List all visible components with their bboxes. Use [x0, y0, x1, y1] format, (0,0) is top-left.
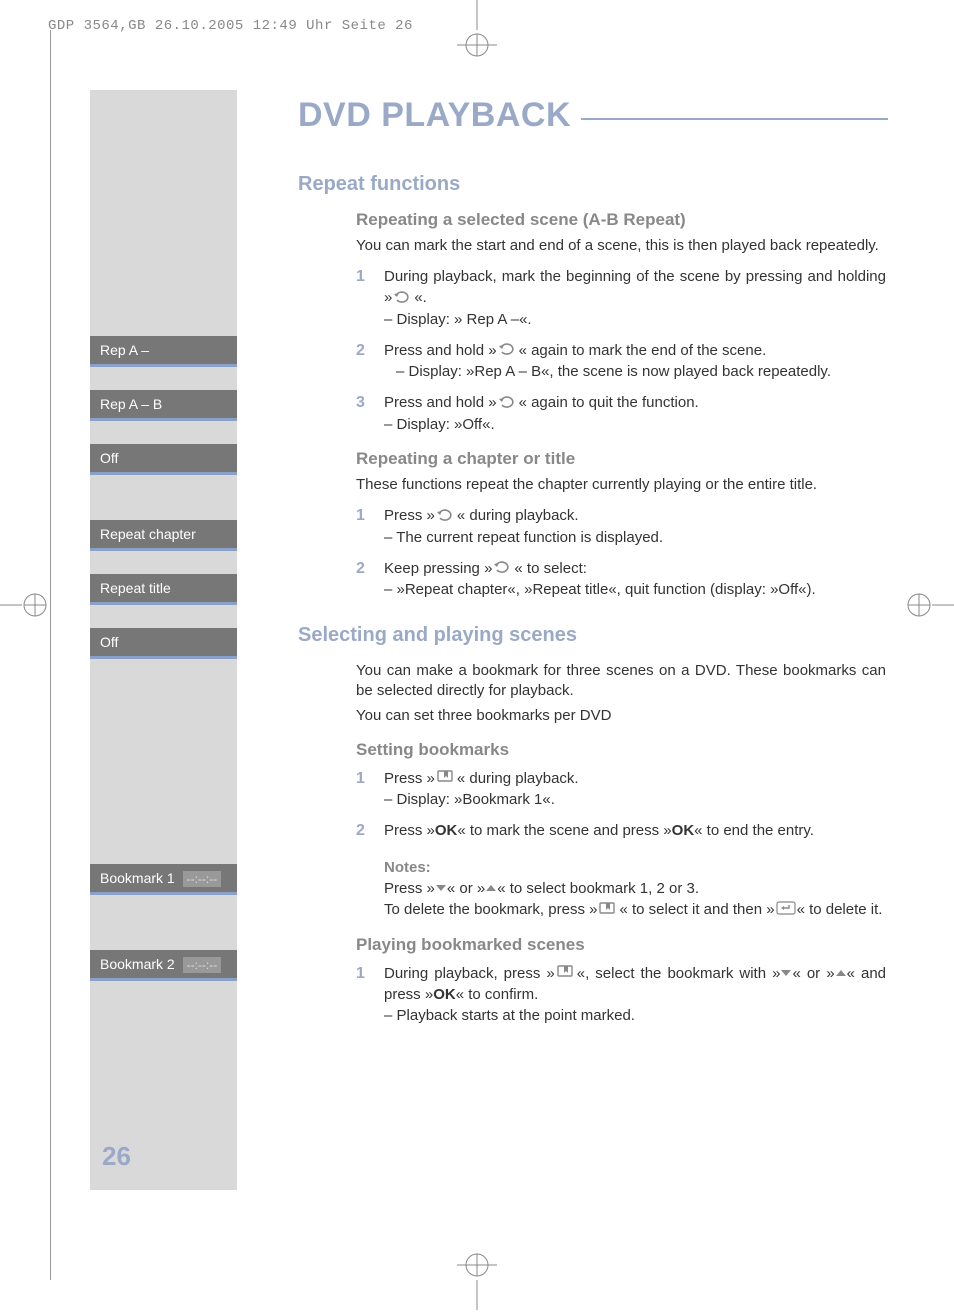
step-number: 1: [356, 266, 370, 330]
sidebar-display-rep-ab: Rep A – B: [90, 390, 237, 421]
step-number: 3: [356, 392, 370, 435]
sidebar-display-off-2: Off: [90, 628, 237, 659]
scenes-intro-2: You can set three bookmarks per DVD: [356, 706, 886, 726]
step-body: Press and hold »« again to mark the end …: [384, 340, 886, 383]
page-title: DVD PLAYBACK: [298, 96, 888, 135]
step-number: 2: [356, 340, 370, 383]
step-number: 2: [356, 820, 370, 842]
notes-line-2: To delete the bookmark, press »« to sele…: [384, 899, 886, 921]
step-body: Keep pressing »« to select: – »Repeat ch…: [384, 558, 886, 601]
repeat-icon: [497, 393, 519, 414]
scenes-intro-1: You can make a bookmark for three scenes…: [356, 661, 886, 702]
ok-label: OK: [433, 986, 456, 1003]
content: DVD PLAYBACK Repeat functions Repeating …: [298, 96, 888, 1040]
sidebar-display-repeat-chapter: Repeat chapter: [90, 520, 237, 551]
page-edge-line: [50, 30, 51, 1280]
sidebar-display-repeat-title: Repeat title: [90, 574, 237, 605]
repeat-icon: [492, 558, 514, 579]
step-body: Press and hold »« again to quit the func…: [384, 392, 886, 435]
print-header: GDP 3564,GB 26.10.2005 12:49 Uhr Seite 2…: [48, 18, 413, 34]
up-arrow-icon: [835, 963, 847, 984]
bookmark-icon: [555, 963, 577, 984]
step-body: Press »OK« to mark the scene and press »…: [384, 820, 886, 842]
step-number: 2: [356, 558, 370, 601]
bookmark-2-label: Bookmark 2: [100, 956, 175, 972]
up-arrow-icon: [485, 878, 497, 899]
bookmark-icon: [597, 900, 619, 921]
step-number: 1: [356, 768, 370, 811]
ab-repeat-steps: 1 During playback, mark the beginning of…: [356, 266, 886, 435]
bookmark-1-label: Bookmark 1: [100, 870, 175, 886]
repeat-icon: [435, 506, 457, 527]
return-icon: [775, 900, 797, 921]
step-body: During playback, press »«, select the bo…: [384, 963, 886, 1027]
registration-mark-bottom-icon: [457, 1250, 497, 1310]
heading-setting-bookmarks: Setting bookmarks: [356, 740, 886, 760]
notes-label: Notes:: [384, 857, 886, 878]
heading-repeat-chapter-title: Repeating a chapter or title: [356, 449, 886, 469]
section-selecting-scenes: Selecting and playing scenes: [298, 624, 888, 647]
title-rule: [581, 118, 888, 120]
step-body: During playback, mark the beginning of t…: [384, 266, 886, 330]
repeat-icon: [497, 340, 519, 361]
set-bookmarks-steps: 1 Press »« during playback. – Display: »…: [356, 768, 886, 843]
step-body: Press »« during playback. – Display: »Bo…: [384, 768, 886, 811]
bookmark-2-time: --:--:--: [183, 957, 222, 973]
sidebar-display-rep-a: Rep A –: [90, 336, 237, 367]
bookmark-icon: [435, 768, 457, 789]
ab-repeat-intro: You can mark the start and end of a scen…: [356, 236, 886, 256]
ok-label: OK: [435, 822, 458, 839]
registration-mark-right-icon: [904, 585, 954, 625]
repeat-icon: [392, 288, 414, 309]
page-title-text: DVD PLAYBACK: [298, 96, 571, 135]
down-arrow-icon: [780, 963, 792, 984]
step-body: Press »« during playback. – The current …: [384, 505, 886, 548]
sidebar-display-bookmark-2: Bookmark 2 --:--:--: [90, 950, 237, 981]
page-number: 26: [102, 1141, 131, 1172]
ct-intro: These functions repeat the chapter curre…: [356, 475, 886, 495]
registration-mark-left-icon: [0, 585, 50, 625]
ok-label: OK: [672, 822, 695, 839]
ct-steps: 1 Press »« during playback. – The curren…: [356, 505, 886, 600]
play-bookmark-steps: 1 During playback, press »«, select the …: [356, 963, 886, 1027]
sidebar-display-off: Off: [90, 444, 237, 475]
bookmark-1-time: --:--:--: [183, 871, 222, 887]
heading-playing-bookmarked: Playing bookmarked scenes: [356, 935, 886, 955]
sidebar-display-bookmark-1: Bookmark 1 --:--:--: [90, 864, 237, 895]
sidebar: Rep A – Rep A – B Off Repeat chapter Rep…: [90, 90, 237, 1190]
step-number: 1: [356, 963, 370, 1027]
section-repeat-functions: Repeat functions: [298, 173, 888, 196]
step-number: 1: [356, 505, 370, 548]
notes-line-1: Press »« or »« to select bookmark 1, 2 o…: [384, 878, 886, 900]
registration-mark-top-icon: [457, 0, 497, 60]
down-arrow-icon: [435, 878, 447, 899]
heading-ab-repeat: Repeating a selected scene (A-B Repeat): [356, 210, 886, 230]
